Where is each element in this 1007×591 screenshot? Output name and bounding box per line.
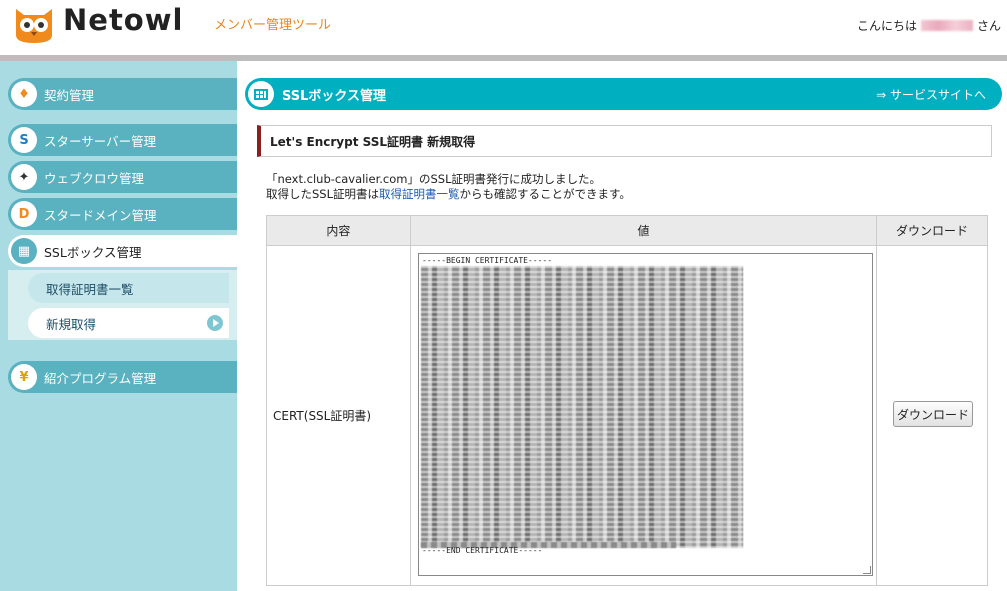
sidebar-item-referral[interactable]: ¥ 紹介プログラム管理: [8, 361, 237, 393]
app-subtitle: メンバー管理ツール: [214, 18, 332, 33]
sidebar-item-star-domain[interactable]: D スタードメイン管理: [8, 198, 237, 230]
header: Netowl メンバー管理ツール こんにちは さん: [0, 0, 1007, 55]
sidebar-item-star-server[interactable]: S スターサーバー管理: [8, 124, 237, 156]
sidebar-item-webcrow[interactable]: ✦ ウェブクロウ管理: [8, 161, 237, 193]
page-header-bar: SSLボックス管理 ⇒ サービスサイトへ: [245, 78, 1002, 110]
crow-icon: ✦: [11, 164, 37, 190]
cert-begin-line: -----BEGIN CERTIFICATE-----: [422, 256, 553, 265]
star-server-icon: S: [11, 127, 37, 153]
certificate-list-link[interactable]: 取得証明書一覧: [379, 187, 460, 201]
sidebar-item-label: ウェブクロウ管理: [44, 170, 145, 186]
sidebar-item-label: スターサーバー管理: [44, 133, 157, 149]
greeting-prefix: こんにちは: [856, 19, 917, 33]
sidebar-item-label: SSLボックス管理: [44, 244, 142, 260]
sidebar-item-label: 紹介プログラム管理: [44, 370, 157, 386]
sidebar-subitem-label: 新規取得: [46, 316, 97, 332]
page-title: SSLボックス管理: [282, 88, 387, 104]
cert-body-redacted: [421, 266, 743, 548]
logo-text: Netowl: [63, 3, 184, 37]
ssl-box-icon: [248, 81, 274, 107]
certificate-textarea[interactable]: -----BEGIN CERTIFICATE----- -----END CER…: [418, 253, 873, 576]
play-icon: [207, 315, 223, 331]
service-site-link[interactable]: ⇒ サービスサイトへ: [876, 86, 986, 103]
column-header-value: 値: [409, 215, 878, 246]
row-label: CERT(SSL証明書): [266, 245, 411, 586]
sidebar-item-label: 契約管理: [44, 87, 95, 103]
table-header-row: 内容 値 ダウンロード: [266, 215, 988, 246]
user-name-redacted: [920, 20, 973, 31]
star-domain-icon: D: [11, 201, 37, 227]
cert-end-line: -----END CERTIFICATE-----: [422, 546, 543, 555]
success-message: 「next.club-cavalier.com」のSSL証明書発行に成功しました…: [266, 172, 631, 202]
message-line-1: 「next.club-cavalier.com」のSSL証明書発行に成功しました…: [266, 172, 601, 186]
yen-coin-icon: ¥: [11, 364, 37, 390]
sidebar-item-label: スタードメイン管理: [44, 207, 157, 223]
resize-handle-icon[interactable]: [863, 566, 871, 574]
owl-icon: ♦: [11, 81, 37, 107]
message-line-2: 取得したSSL証明書は取得証明書一覧からも確認することができます。: [266, 187, 631, 201]
sidebar-item-ssl-box[interactable]: ▦ SSLボックス管理: [8, 235, 237, 267]
sidebar-item-contract[interactable]: ♦ 契約管理: [8, 78, 237, 110]
section-title: Let's Encrypt SSL証明書 新規取得: [257, 125, 992, 157]
download-button[interactable]: ダウンロード: [893, 401, 973, 427]
owl-logo-icon: [16, 9, 52, 43]
sidebar-subitem-certificate-list[interactable]: 取得証明書一覧: [28, 273, 229, 303]
sidebar-subitem-label: 取得証明書一覧: [46, 281, 134, 297]
sidebar-subitem-new[interactable]: 新規取得: [28, 308, 229, 338]
user-greeting: こんにちは さん: [857, 17, 1001, 34]
greeting-suffix: さん: [976, 19, 1001, 33]
ssl-box-icon: ▦: [11, 238, 37, 264]
column-header-download: ダウンロード: [876, 215, 988, 246]
column-header-content: 内容: [266, 215, 411, 246]
